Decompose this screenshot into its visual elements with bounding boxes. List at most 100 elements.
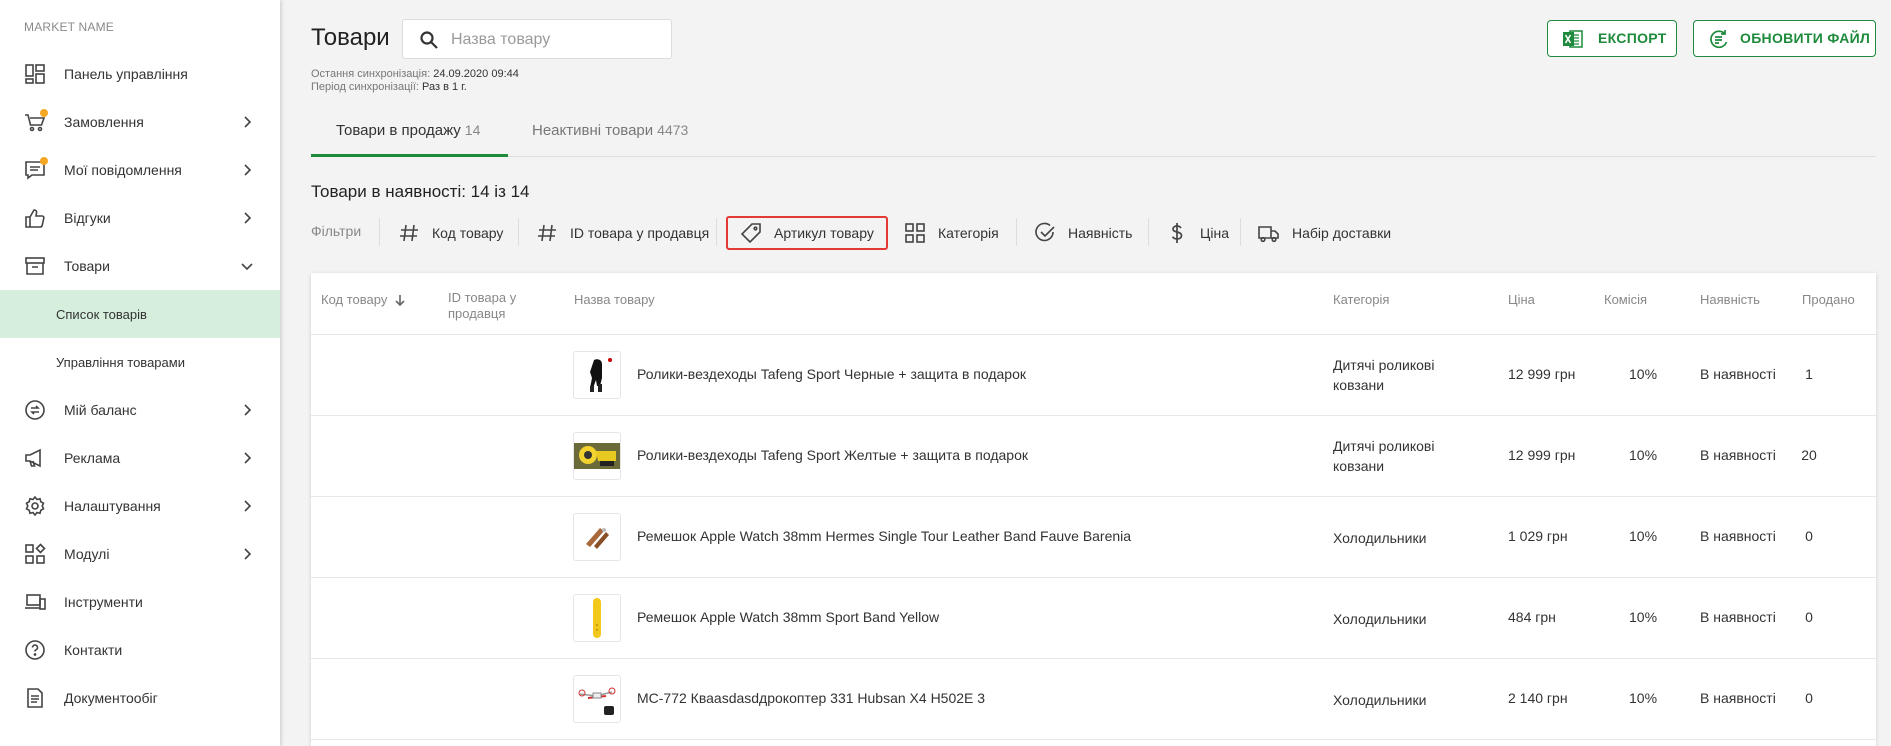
- filter-price[interactable]: Ціна: [1166, 216, 1229, 250]
- filter-divider: [518, 218, 519, 246]
- filter-category[interactable]: Категорія: [904, 216, 999, 250]
- filters-label: Фільтри: [311, 223, 362, 239]
- sidebar-item-modules[interactable]: Модулі: [0, 530, 280, 578]
- sidebar-subitem-product-management[interactable]: Управління товарами: [0, 338, 280, 386]
- refresh-file-icon: [1708, 28, 1730, 50]
- column-header-price[interactable]: Ціна: [1508, 292, 1535, 308]
- product-availability: В наявності: [1700, 609, 1776, 625]
- filter-label: ID товара у продавця: [570, 225, 710, 241]
- hash-icon: [398, 222, 420, 244]
- hash-icon: [536, 222, 558, 244]
- sidebar-item-settings[interactable]: Налаштування: [0, 482, 280, 530]
- chevron-right-icon: [240, 163, 254, 177]
- table-row[interactable]: Ремешок Apple Watch 38mm Sport Band Yell…: [311, 578, 1876, 659]
- chevron-right-icon: [240, 115, 254, 129]
- box-icon: [24, 255, 46, 277]
- search-box[interactable]: [402, 19, 672, 59]
- filter-product-code[interactable]: Код товару: [398, 216, 503, 250]
- sidebar-item-tools[interactable]: Інструменти: [0, 578, 280, 626]
- document-icon: [24, 687, 46, 709]
- sidebar-item-documents[interactable]: Документообіг: [0, 674, 280, 722]
- product-category: Холодильники: [1333, 530, 1427, 546]
- product-category: Дитячі роликові ковзани: [1333, 438, 1435, 474]
- product-thumbnail: [573, 675, 621, 723]
- sidebar-item-orders[interactable]: Замовлення: [0, 98, 280, 146]
- dollar-icon: [1166, 222, 1188, 244]
- product-name[interactable]: Ремешок Apple Watch 38mm Sport Band Yell…: [637, 609, 939, 625]
- modules-icon: [24, 543, 46, 565]
- product-name[interactable]: Ремешок Apple Watch 38mm Hermes Single T…: [637, 528, 1131, 544]
- chevron-right-icon: [240, 451, 254, 465]
- product-name[interactable]: MC-772 Кваasdasdдрокоптер 331 Hubsan X4 …: [637, 690, 985, 706]
- sort-down-icon: [395, 295, 405, 307]
- sync-last-value: 24.09.2020 09:44: [433, 68, 519, 80]
- sidebar-item-contacts[interactable]: Контакти: [0, 626, 280, 674]
- sidebar-item-label: Панель управління: [64, 66, 188, 82]
- product-availability: В наявності: [1700, 528, 1776, 544]
- sidebar-subitem-product-list[interactable]: Список товарів: [0, 290, 280, 338]
- product-price: 484 грн: [1508, 609, 1556, 625]
- product-availability: В наявності: [1700, 447, 1776, 463]
- sidebar-item-label: Відгуки: [64, 210, 111, 226]
- sidebar-item-products[interactable]: Товари: [0, 242, 280, 290]
- thumbs-up-icon: [24, 207, 46, 229]
- filter-divider: [1240, 218, 1241, 246]
- column-header-availability[interactable]: Наявність: [1700, 292, 1760, 308]
- sync-period-value: Раз в 1 г.: [422, 81, 467, 93]
- product-sold: 1: [1805, 366, 1813, 382]
- product-commission: 10%: [1629, 609, 1658, 625]
- filter-label: Ціна: [1200, 225, 1229, 241]
- sidebar-item-label: Реклама: [64, 450, 121, 466]
- table-row[interactable]: Ролики-вездеходы Tafeng Sport Желтые + з…: [311, 416, 1876, 497]
- filter-seller-id[interactable]: ID товара у продавця: [536, 216, 709, 250]
- chevron-right-icon: [240, 403, 254, 417]
- tab-inactive[interactable]: Неактивні товари 4473: [532, 122, 688, 139]
- search-icon: [419, 30, 439, 50]
- column-header-code[interactable]: Код товару: [321, 292, 407, 308]
- sidebar-item-balance[interactable]: Мій баланс: [0, 386, 280, 434]
- column-header-label: продавця: [448, 306, 506, 321]
- filter-delivery[interactable]: Набір доставки: [1258, 216, 1391, 250]
- filter-divider: [1148, 218, 1149, 246]
- filter-article[interactable]: Артикул товару: [726, 216, 888, 250]
- sidebar-item-reviews[interactable]: Відгуки: [0, 194, 280, 242]
- tab-on-sale[interactable]: Товари в продажу 14: [336, 122, 480, 139]
- check-circle-icon: [1034, 222, 1056, 244]
- in-stock-summary: Товари в наявності: 14 із 14: [311, 182, 530, 201]
- sidebar-item-label: Мій баланс: [64, 402, 137, 418]
- export-button[interactable]: ЕКСПОРТ: [1547, 20, 1677, 57]
- tab-label: Неактивні товари: [532, 122, 654, 139]
- column-header-name[interactable]: Назва товару: [574, 292, 655, 308]
- sidebar-item-ads[interactable]: Реклама: [0, 434, 280, 482]
- column-header-category[interactable]: Категорія: [1333, 292, 1389, 308]
- column-header-seller-id[interactable]: ID товара у продавця: [448, 290, 516, 322]
- product-thumbnail: [573, 432, 621, 480]
- sidebar-item-dashboard[interactable]: Панель управління: [0, 50, 280, 98]
- product-sold: 0: [1805, 690, 1813, 706]
- update-file-button[interactable]: ОБНОВИТИ ФАЙЛ: [1693, 20, 1876, 57]
- product-category: Холодильники: [1333, 611, 1427, 627]
- column-header-sold[interactable]: Продано: [1802, 292, 1855, 308]
- filter-divider: [379, 218, 380, 246]
- filter-availability[interactable]: Наявність: [1034, 216, 1132, 250]
- balance-icon: [24, 399, 46, 421]
- filter-label: Артикул товару: [774, 225, 874, 241]
- sidebar-item-label: Контакти: [64, 642, 123, 658]
- product-category: Дитячі роликові ковзани: [1333, 357, 1435, 393]
- table-row[interactable]: Ремешок Apple Watch 38mm Hermes Single T…: [311, 497, 1876, 578]
- table-row[interactable]: Ролики-вездеходы Tafeng Sport Черные + з…: [311, 335, 1876, 416]
- table-row[interactable]: MC-772 Кваasdasdдрокоптер 331 Hubsan X4 …: [311, 659, 1876, 740]
- sidebar-item-messages[interactable]: Мої повідомлення: [0, 146, 280, 194]
- product-name[interactable]: Ролики-вездеходы Tafeng Sport Желтые + з…: [637, 447, 1028, 463]
- column-header-commission[interactable]: Комісія: [1604, 292, 1647, 308]
- market-name: MARKET NAME: [24, 20, 114, 34]
- truck-icon: [1258, 222, 1280, 244]
- sidebar: MARKET NAME Панель управління Замовлення…: [0, 0, 280, 746]
- search-input[interactable]: [451, 28, 661, 52]
- product-name[interactable]: Ролики-вездеходы Tafeng Sport Черные + з…: [637, 366, 1026, 382]
- filter-label: Категорія: [938, 225, 999, 241]
- filter-divider: [716, 218, 717, 246]
- chevron-right-icon: [240, 211, 254, 225]
- filter-label: Наявність: [1068, 225, 1133, 241]
- sync-period: Період синхронізації: Раз в 1 г.: [311, 81, 467, 93]
